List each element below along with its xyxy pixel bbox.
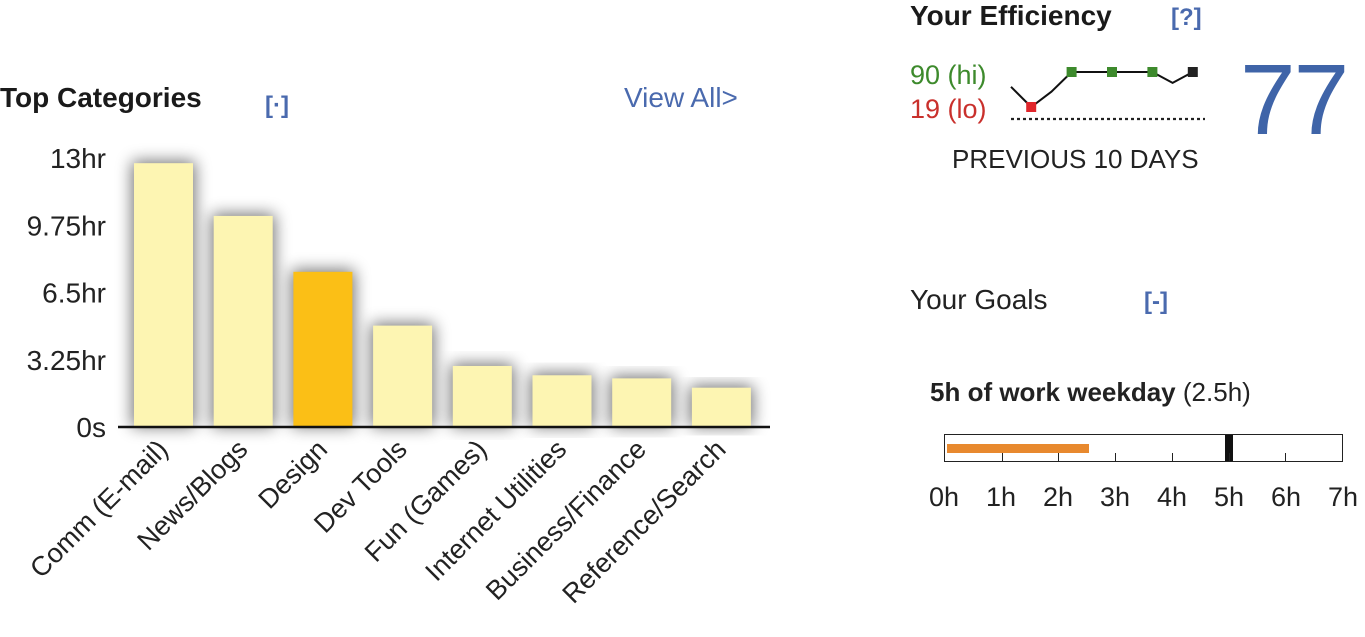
goal-axis-label-0h: 0h (928, 482, 960, 512)
goal-axis-tick (1115, 453, 1117, 461)
bar-dev-tools[interactable] (373, 325, 433, 427)
goal-axis-label-1h: 1h (985, 482, 1017, 512)
sparkline-marker (1026, 102, 1037, 112)
goal-axis-label-3h: 3h (1099, 482, 1131, 512)
sparkline-marker (1066, 67, 1077, 77)
view-all-link[interactable]: View All> (624, 82, 738, 114)
goal-progress-text: (2.5h) (1182, 377, 1251, 407)
goal-axis-tick (1058, 453, 1060, 461)
efficiency-help-link[interactable]: [?] (1171, 4, 1202, 32)
efficiency-sparkline (1010, 67, 1205, 121)
bar-internet-utilities[interactable] (532, 375, 592, 427)
bar-news-blogs[interactable] (213, 215, 273, 427)
bar-reference-search[interactable] (691, 387, 751, 427)
y-tick-label: 0s (76, 412, 106, 443)
goal-label: 5h of work weekday (2.5h) (930, 377, 1251, 408)
bar-fun-games[interactable] (452, 365, 512, 427)
goal-axis-label-2h: 2h (1042, 482, 1074, 512)
y-tick-label: 6.5hr (42, 278, 106, 309)
efficiency-lo-label: 19 (lo) (910, 94, 987, 124)
y-tick-label: 9.75hr (27, 210, 106, 241)
goals-toggle[interactable]: [-] (1144, 288, 1168, 316)
category-label-design: Design (252, 434, 333, 515)
goal-axis-label-6h: 6h (1270, 482, 1302, 512)
sparkline-marker (1187, 67, 1198, 77)
bar-business-finance[interactable] (612, 378, 672, 427)
goals-title: Your Goals (910, 284, 1048, 315)
goal-progress-fill (947, 444, 1089, 453)
efficiency-caption: PREVIOUS 10 DAYS (952, 144, 1199, 174)
goal-axis-label-5h: 5h (1213, 482, 1245, 512)
sparkline-path (1010, 71, 1194, 109)
top-categories-toggle[interactable]: [·] (265, 92, 289, 120)
sparkline-marker (1147, 67, 1158, 77)
y-tick-label: 3.25hr (27, 345, 106, 376)
goal-axis-tick (1171, 453, 1173, 461)
efficiency-score: 77 (1240, 44, 1349, 156)
goal-axis-label-7h: 7h (1327, 482, 1359, 512)
category-label-internet-utilities: Internet Utilities (419, 434, 572, 587)
sparkline-marker (1107, 67, 1117, 77)
top-categories-title: Top Categories (0, 82, 202, 113)
goal-axis-tick (1285, 453, 1287, 461)
y-tick-label: 13hr (50, 143, 106, 174)
efficiency-title: Your Efficiency (910, 0, 1112, 31)
category-label-comm-e-mail: Comm (E-mail) (24, 434, 174, 584)
goal-axis-tick (1228, 453, 1230, 461)
goal-axis-tick (1001, 453, 1003, 461)
bar-design[interactable] (293, 271, 353, 427)
top-categories-bar-chart: 0s3.25hr6.5hr9.75hr13hr Comm (E-mail)New… (24, 143, 770, 609)
goal-progress-bar (944, 434, 1343, 462)
goal-axis-label-4h: 4h (1156, 482, 1188, 512)
goal-name: 5h of work weekday (930, 377, 1176, 407)
efficiency-hi-label: 90 (hi) (910, 60, 987, 90)
bar-comm-e-mail[interactable] (134, 163, 193, 427)
